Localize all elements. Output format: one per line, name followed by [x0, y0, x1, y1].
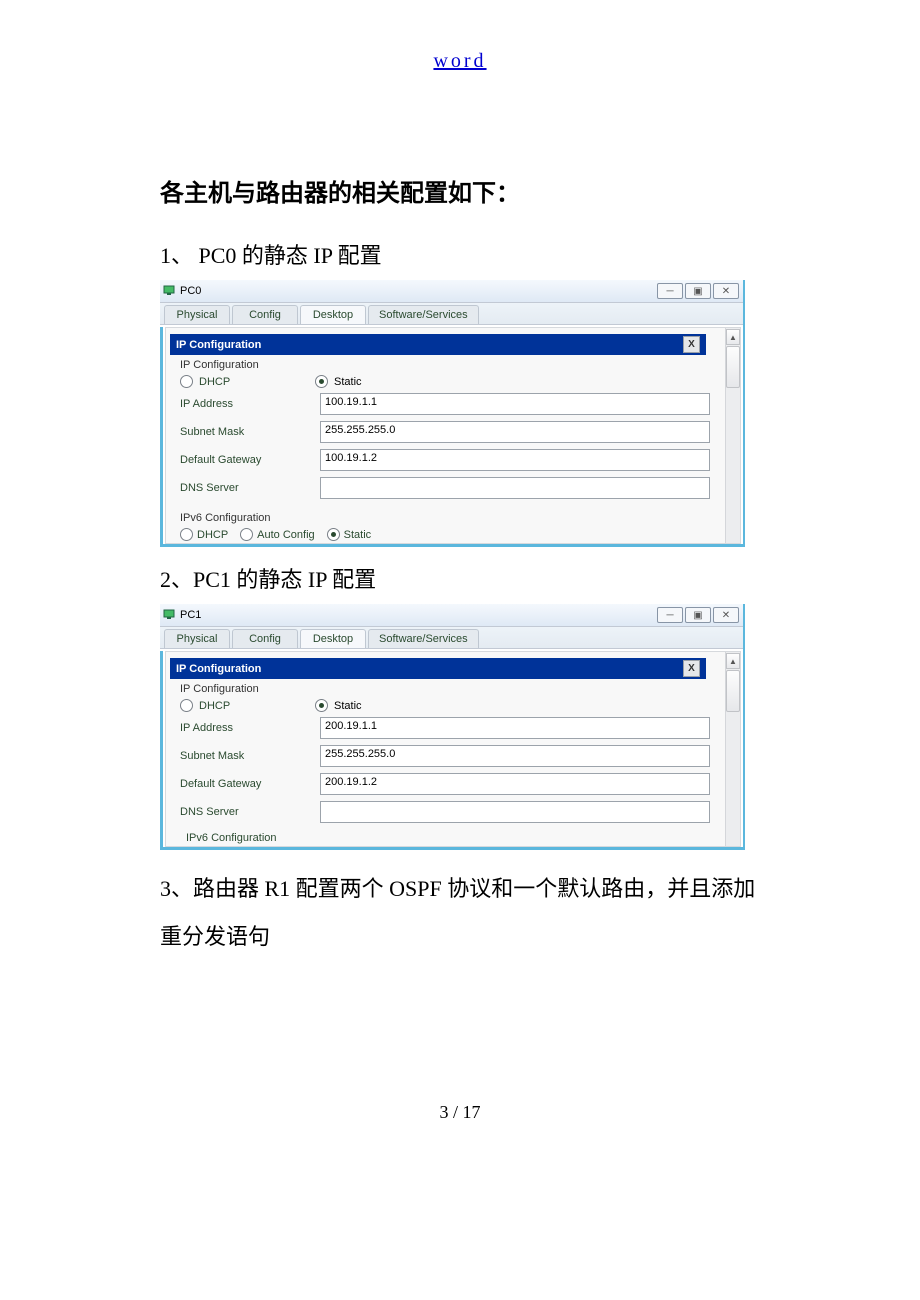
pc0-window: PC0 ─ ▣ ✕ Physical Config Desktop Softwa… — [160, 280, 745, 547]
header-link-text: word — [433, 50, 486, 72]
section1-heading: 1、 PC0 的静态 IP 配置 — [160, 238, 760, 270]
gw-label: Default Gateway — [180, 454, 320, 466]
static-radio[interactable] — [315, 699, 328, 712]
dhcp-radio[interactable] — [180, 699, 193, 712]
ip-input[interactable]: 100.19.1.1 — [320, 393, 710, 415]
scroll-thumb[interactable] — [726, 346, 740, 388]
scroll-up-icon[interactable]: ▲ — [726, 653, 740, 669]
mask-input[interactable]: 255.255.255.0 — [320, 745, 710, 767]
mask-input[interactable]: 255.255.255.0 — [320, 421, 710, 443]
mask-label: Subnet Mask — [180, 750, 320, 762]
pc0-tabs: Physical Config Desktop Software/Service… — [160, 303, 743, 325]
static-label: Static — [334, 700, 362, 712]
page-number: 3 / 17 — [160, 1102, 760, 1123]
static-label: Static — [334, 376, 362, 388]
scrollbar[interactable]: ▲ — [725, 652, 740, 846]
close-button[interactable]: ✕ — [713, 607, 739, 623]
dns-label: DNS Server — [180, 806, 320, 818]
minimize-button[interactable]: ─ — [657, 283, 683, 299]
ipv6-auto-label: Auto Config — [257, 529, 314, 541]
tab-physical[interactable]: Physical — [164, 305, 230, 324]
close-button[interactable]: ✕ — [713, 283, 739, 299]
pc0-title: PC0 — [180, 285, 657, 297]
ipconfig-title: IP Configuration — [176, 663, 261, 675]
tab-config[interactable]: Config — [232, 305, 298, 324]
ip-input[interactable]: 200.19.1.1 — [320, 717, 710, 739]
pc1-titlebar: PC1 ─ ▣ ✕ — [160, 604, 743, 627]
ipv6-auto-radio[interactable] — [240, 528, 253, 541]
pc-icon — [162, 284, 176, 298]
panel-close-button[interactable]: X — [683, 660, 700, 677]
ipconfig-header: IP Configuration X — [170, 658, 706, 679]
scrollbar[interactable]: ▲ — [725, 328, 740, 543]
section2-heading: 2、PC1 的静态 IP 配置 — [160, 562, 760, 594]
ipconfig-title: IP Configuration — [176, 339, 261, 351]
ipv6-dhcp-label: DHCP — [197, 529, 228, 541]
minimize-button[interactable]: ─ — [657, 607, 683, 623]
ipconfig-group-label: IP Configuration — [166, 679, 724, 697]
tab-config[interactable]: Config — [232, 629, 298, 648]
tab-software[interactable]: Software/Services — [368, 629, 479, 648]
ipv6-static-radio[interactable] — [327, 528, 340, 541]
ipv6-dhcp-radio[interactable] — [180, 528, 193, 541]
ip-label: IP Address — [180, 722, 320, 734]
scroll-up-icon[interactable]: ▲ — [726, 329, 740, 345]
dns-input[interactable] — [320, 477, 710, 499]
tab-physical[interactable]: Physical — [164, 629, 230, 648]
pc1-title: PC1 — [180, 609, 657, 621]
ipv6-group-label: IPv6 Configuration — [166, 830, 724, 846]
gw-label: Default Gateway — [180, 778, 320, 790]
panel-close-button[interactable]: X — [683, 336, 700, 353]
pc1-window: PC1 ─ ▣ ✕ Physical Config Desktop Softwa… — [160, 604, 745, 850]
dns-label: DNS Server — [180, 482, 320, 494]
pc0-titlebar: PC0 ─ ▣ ✕ — [160, 280, 743, 303]
gw-input[interactable]: 100.19.1.2 — [320, 449, 710, 471]
mask-label: Subnet Mask — [180, 426, 320, 438]
pc-icon — [162, 608, 176, 622]
main-heading: 各主机与路由器的相关配置如下： — [160, 173, 760, 208]
dhcp-label: DHCP — [199, 376, 309, 388]
tab-desktop[interactable]: Desktop — [300, 305, 366, 324]
static-radio[interactable] — [315, 375, 328, 388]
maximize-button[interactable]: ▣ — [685, 283, 711, 299]
dhcp-label: DHCP — [199, 700, 309, 712]
tab-software[interactable]: Software/Services — [368, 305, 479, 324]
gw-input[interactable]: 200.19.1.2 — [320, 773, 710, 795]
dhcp-radio[interactable] — [180, 375, 193, 388]
pc1-tabs: Physical Config Desktop Software/Service… — [160, 627, 743, 649]
ipv6-static-label: Static — [344, 529, 372, 541]
tab-desktop[interactable]: Desktop — [300, 629, 366, 648]
maximize-button[interactable]: ▣ — [685, 607, 711, 623]
section3-heading: 3、路由器 R1 配置两个 OSPF 协议和一个默认路由，并且添加重分发语句 — [160, 865, 760, 962]
ip-label: IP Address — [180, 398, 320, 410]
ipconfig-group-label: IP Configuration — [166, 355, 724, 373]
ipconfig-header: IP Configuration X — [170, 334, 706, 355]
dns-input[interactable] — [320, 801, 710, 823]
header-link: word — [160, 50, 760, 73]
scroll-thumb[interactable] — [726, 670, 740, 712]
ipv6-group-label: IPv6 Configuration — [166, 508, 724, 526]
